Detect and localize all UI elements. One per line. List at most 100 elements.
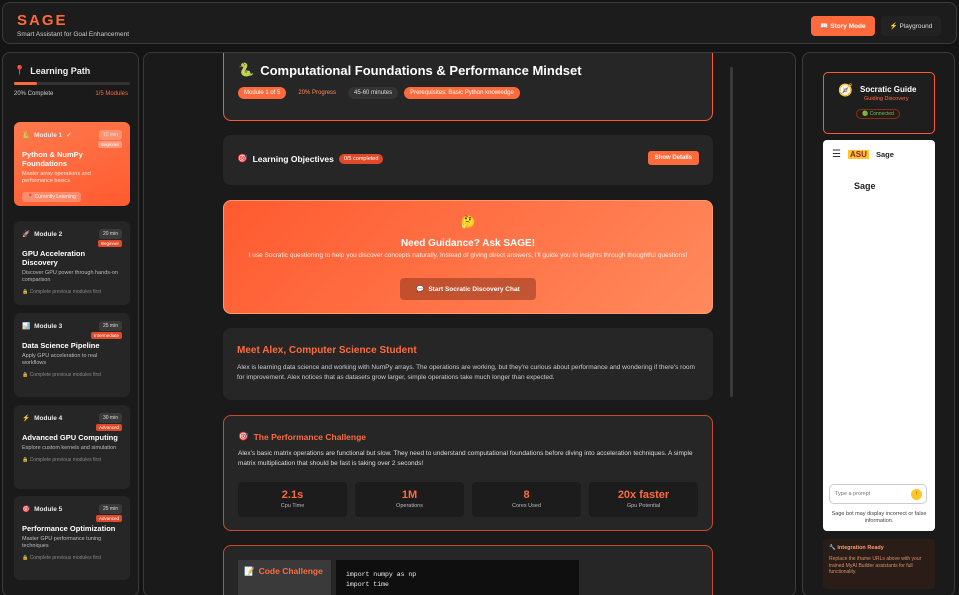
code-challenge-title: Code Challenge (258, 566, 323, 576)
guide-title: Socratic Guide (860, 85, 917, 94)
connection-status-badge: 🟢 Connected (856, 109, 900, 119)
challenge-card: 🎯 The Performance Challenge Alex's basic… (223, 415, 713, 531)
learning-path-sidebar: 📍 Learning Path 20% Complete 1/5 Modules… (2, 52, 139, 595)
module-title-text: Computational Foundations & Performance … (260, 62, 582, 78)
chat-disclaimer: Sage bot may display incorrect or false … (831, 511, 927, 524)
module-label: Module 4 (34, 414, 63, 422)
story-title: Meet Alex, Computer Science Student (237, 345, 417, 356)
code-line: import numpy as np (346, 571, 417, 578)
stat-value: 8 (523, 489, 530, 501)
code-challenge-card: 📝 Code Challenge import numpy as np impo… (223, 545, 713, 595)
module-card-4[interactable]: ⚡ Module 4 30 min Advanced Advanced GPU … (14, 405, 130, 489)
module-status: 📍 Currently Learning (22, 192, 81, 202)
main-content: 🐍 Computational Foundations & Performanc… (143, 52, 796, 595)
module-card-3[interactable]: 📊 Module 3 25 min Intermediate Data Scie… (14, 313, 130, 397)
module-name: Performance Optimization (22, 524, 116, 533)
integration-text: Replace the iframe URLs above with your … (829, 556, 922, 575)
module-card-1[interactable]: 🐍 Module 1 ✓ 15 min Beginner Python & Nu… (14, 122, 130, 206)
target-icon: 🎯 (238, 431, 249, 441)
module-tags: Module 1 of 5 20% Progress 45-60 minutes… (238, 87, 520, 99)
chat-widget: ☰ ASU Sage Sage Type a prompt ↑ Sage bot… (823, 140, 935, 531)
module-desc: Master array operations and performance … (22, 171, 91, 184)
stat-value: 2.1s (281, 489, 304, 501)
prerequisites-tag: Prerequisites: Basic Python knowledge (404, 87, 520, 99)
module-card-5[interactable]: 🎯 Module 5 25 min Advanced Performance O… (14, 496, 130, 580)
send-icon[interactable]: ↑ (911, 489, 922, 500)
module-desc: Explore custom kernels and simulation (22, 445, 117, 451)
module-time: 30 min (98, 413, 122, 423)
module-desc: Apply GPU acceleration to real workflows (22, 353, 98, 366)
start-chat-label: Start Socratic Discovery Chat (428, 285, 520, 293)
prompt-input[interactable]: Type a prompt ↑ (829, 484, 927, 504)
guidance-text: I use Socratic questioning to help you d… (248, 252, 688, 259)
stat-label: Gpu Potential (626, 503, 661, 509)
chart-icon: 📊 (22, 323, 31, 330)
integration-notice: 🔧 Integration Ready Replace the iframe U… (823, 539, 935, 589)
guide-subtitle: Guiding Discovery (864, 96, 909, 102)
stat-value: 20x faster (617, 489, 670, 501)
check-icon: ✓ (66, 132, 72, 139)
module-status: 🔒 Complete previous modules first (22, 289, 102, 295)
lightning-icon: ⚡ (22, 415, 31, 422)
code-editor[interactable]: import numpy as np import time (336, 560, 579, 595)
compass-icon: 🧭 (838, 83, 853, 97)
rocket-icon: 🚀 (22, 231, 31, 238)
module-status: 🔒 Complete previous modules first (22, 457, 102, 463)
duration-tag: 45-60 minutes (348, 87, 399, 99)
stat-value: 1M (401, 489, 418, 501)
module-label: Module 1 (34, 131, 63, 139)
socratic-guide-card: 🧭 Socratic Guide Guiding Discovery 🟢 Con… (823, 72, 935, 134)
progress-label: 20% Complete (14, 91, 54, 97)
python-icon: 🐍 (238, 62, 255, 77)
story-text: Alex is learning data science and workin… (237, 364, 695, 381)
module-label: Module 3 (34, 322, 63, 330)
module-level-badge: Advanced (95, 424, 122, 431)
code-challenge-label: 📝 Code Challenge (238, 560, 331, 595)
app-logo: SAGE (17, 12, 68, 29)
path-progress-fill (14, 82, 38, 85)
module-status: 🔒 Complete previous modules first (22, 372, 102, 378)
module-time: 20 min (98, 229, 122, 239)
prompt-placeholder: Type a prompt (835, 491, 871, 497)
module-name: Advanced GPU Computing (22, 433, 118, 442)
playground-mode-button[interactable]: ⚡ Playground (881, 16, 941, 36)
pin-icon: 📍 (14, 65, 26, 75)
path-progress-bar (14, 82, 130, 85)
start-chat-button[interactable]: 💬 Start Socratic Discovery Chat (400, 278, 536, 300)
module-name: Python & NumPy Foundations (22, 150, 83, 168)
python-icon: 🐍 (22, 132, 31, 139)
sidebar-title-label: Learning Path (30, 65, 91, 76)
challenge-title-text: The Performance Challenge (253, 431, 367, 442)
app-header: SAGE Smart Assistant for Goal Enhancemen… (2, 2, 957, 44)
memo-icon: 📝 (244, 566, 255, 576)
chat-bubble-icon: 💬 (416, 286, 425, 293)
thinking-face-icon: 🤔 (460, 215, 476, 229)
story-mode-button[interactable]: 📖 Story Mode (811, 16, 875, 36)
module-time: 25 min (98, 321, 122, 331)
module-number-tag: Module 1 of 5 (238, 87, 287, 99)
right-panel: 🧭 Socratic Guide Guiding Discovery 🟢 Con… (802, 52, 955, 595)
show-details-button[interactable]: Show Details (647, 151, 699, 165)
target-icon: 🎯 (22, 506, 31, 513)
guidance-title: Need Guidance? Ask SAGE! (400, 238, 536, 249)
menu-icon[interactable]: ☰ (832, 149, 841, 160)
chat-heading: Sage (854, 181, 876, 191)
app-tagline: Smart Assistant for Goal Enhancement (17, 31, 129, 38)
chat-app-name: Sage (876, 150, 894, 159)
module-level-badge: Advanced (95, 515, 122, 522)
module-level-badge: Intermediate (90, 332, 122, 339)
stats-row: 2.1s Cpu Time 1M Operations 8 Cores Used… (238, 482, 698, 517)
stat-operations: 1M Operations (355, 482, 464, 517)
module-desc: Discover GPU power through hands-on comp… (22, 270, 118, 283)
asu-logo: ASU (848, 150, 869, 159)
code-line: import time (346, 581, 389, 588)
integration-title: 🔧 Integration Ready (829, 545, 884, 551)
objectives-title: 🎯 Learning Objectives 0/5 completed (237, 153, 384, 164)
stat-label: Cpu Time (280, 503, 305, 509)
main-scrollbar[interactable] (730, 67, 733, 397)
modules-count: 1/5 Modules (95, 91, 128, 97)
challenge-title: 🎯 The Performance Challenge (238, 431, 366, 442)
module-label: Module 5 (34, 505, 63, 513)
module-card-2[interactable]: 🚀 Module 2 20 min Beginner GPU Accelerat… (14, 221, 130, 305)
sidebar-title: 📍 Learning Path (14, 65, 90, 76)
